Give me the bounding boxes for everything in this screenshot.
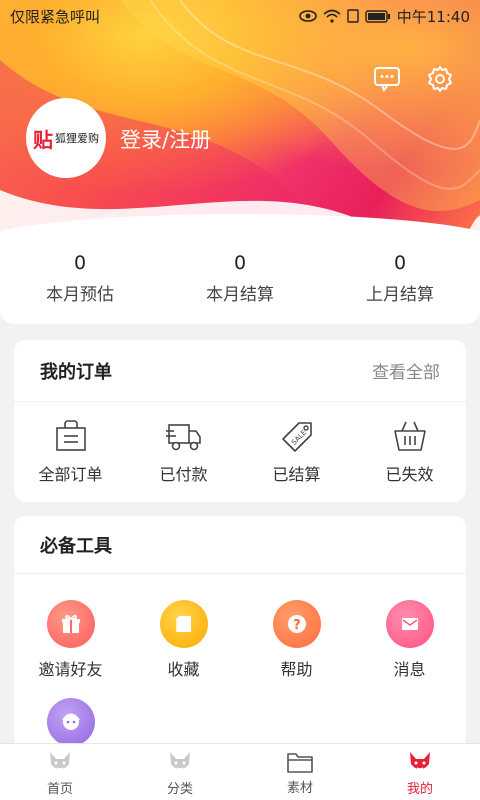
gear-icon bbox=[428, 66, 452, 92]
tab-label: 首页 bbox=[46, 781, 73, 797]
tool-label: 邀请好友 bbox=[38, 660, 103, 679]
stat-label: 本月结算 bbox=[206, 284, 274, 305]
view-all-orders-link[interactable]: 查看全部 bbox=[372, 358, 440, 383]
logo-text: 狐狸爱购 bbox=[55, 132, 99, 145]
order-item-label: 全部订单 bbox=[38, 465, 103, 484]
basket-icon bbox=[393, 421, 426, 451]
message-button[interactable] bbox=[372, 64, 402, 94]
tool-label: 帮助 bbox=[280, 660, 313, 679]
bottom-tab-bar: 首页 分类 素材 我的 bbox=[0, 743, 480, 800]
status-bar: 仅限紧急呼叫 中午11:40 bbox=[0, 0, 480, 32]
svg-text:SALE: SALE bbox=[290, 429, 308, 447]
essential-tools-card: 必备工具 邀请好友 收藏 ? 帮助 消息 bbox=[14, 516, 466, 756]
order-item-settled[interactable]: SALE 已结算 bbox=[240, 402, 353, 502]
stat-value: 0 bbox=[73, 251, 87, 274]
profile-header: 仅限紧急呼叫 中午11:40 贴 狐狸爱购 登录/注册 bbox=[0, 0, 480, 240]
order-item-label: 已付款 bbox=[159, 465, 208, 484]
tool-label: 收藏 bbox=[167, 660, 200, 679]
stat-label: 上月结算 bbox=[366, 284, 434, 305]
order-item-expired[interactable]: 已失效 bbox=[353, 402, 466, 502]
settings-button[interactable] bbox=[425, 64, 455, 94]
stat-month-settled[interactable]: 0 本月结算 bbox=[160, 232, 320, 324]
tab-mine[interactable]: 我的 bbox=[360, 744, 480, 800]
logo-mark-icon: 贴 bbox=[33, 127, 53, 152]
tools-header: 必备工具 bbox=[14, 516, 466, 574]
earnings-stats: 0 本月预估 0 本月结算 0 上月结算 bbox=[0, 214, 480, 324]
tool-customer-service[interactable] bbox=[14, 698, 127, 746]
mail-icon bbox=[385, 600, 434, 648]
sim-icon bbox=[347, 9, 359, 23]
fox-category-icon bbox=[170, 751, 190, 770]
tools-title: 必备工具 bbox=[40, 535, 112, 557]
question-icon: ? bbox=[272, 600, 321, 648]
gift-icon bbox=[46, 600, 95, 648]
avatar[interactable]: 贴 狐狸爱购 bbox=[26, 98, 106, 178]
tool-invite-friends[interactable]: 邀请好友 bbox=[14, 600, 127, 680]
clock-text: 中午11:40 bbox=[396, 7, 470, 26]
sale-tag-icon: SALE bbox=[281, 422, 312, 452]
tab-label: 素材 bbox=[286, 780, 313, 796]
battery-icon bbox=[365, 9, 390, 23]
message-icon bbox=[374, 67, 400, 92]
carrier-text: 仅限紧急呼叫 bbox=[10, 7, 101, 26]
stat-month-estimate[interactable]: 0 本月预估 bbox=[0, 232, 160, 324]
order-item-paid[interactable]: 已付款 bbox=[127, 402, 240, 502]
eye-icon bbox=[298, 10, 317, 22]
tool-favorites[interactable]: 收藏 bbox=[127, 600, 240, 680]
tool-messages[interactable]: 消息 bbox=[353, 600, 466, 680]
tab-category[interactable]: 分类 bbox=[120, 744, 240, 800]
svg-text:?: ? bbox=[293, 618, 301, 633]
tool-help[interactable]: ? 帮助 bbox=[240, 600, 353, 680]
order-item-all[interactable]: 全部订单 bbox=[14, 402, 127, 502]
tab-label: 我的 bbox=[406, 781, 433, 797]
truck-icon bbox=[165, 424, 201, 451]
order-item-label: 已失效 bbox=[385, 465, 434, 484]
tool-label: 消息 bbox=[393, 660, 426, 679]
stat-label: 本月预估 bbox=[46, 284, 114, 305]
order-item-label: 已结算 bbox=[272, 465, 321, 484]
status-indicators: 中午11:40 bbox=[298, 6, 470, 27]
login-register-link[interactable]: 登录/注册 bbox=[120, 124, 211, 154]
tab-materials[interactable]: 素材 bbox=[240, 744, 360, 800]
stat-value: 0 bbox=[233, 251, 247, 274]
service-avatar-icon bbox=[46, 698, 95, 746]
tool-grid: 邀请好友 收藏 ? 帮助 消息 bbox=[14, 574, 466, 746]
my-orders-card: 我的订单 查看全部 全部订单 已付款 SALE 已结算 已失效 bbox=[14, 340, 466, 502]
book-icon bbox=[159, 600, 208, 648]
order-status-row: 全部订单 已付款 SALE 已结算 已失效 bbox=[14, 402, 466, 502]
stat-last-month-settled[interactable]: 0 上月结算 bbox=[320, 232, 480, 324]
fox-mine-icon bbox=[410, 751, 430, 770]
orders-title: 我的订单 bbox=[40, 361, 112, 383]
stat-value: 0 bbox=[393, 251, 407, 274]
folder-icon bbox=[287, 752, 313, 773]
orders-header: 我的订单 查看全部 bbox=[14, 340, 466, 402]
tab-label: 分类 bbox=[166, 781, 193, 797]
bag-icon bbox=[55, 420, 86, 451]
fox-home-icon bbox=[50, 751, 70, 770]
wifi-icon bbox=[323, 9, 341, 23]
app-logo: 贴 狐狸爱购 bbox=[33, 124, 99, 153]
tab-home[interactable]: 首页 bbox=[0, 744, 120, 800]
